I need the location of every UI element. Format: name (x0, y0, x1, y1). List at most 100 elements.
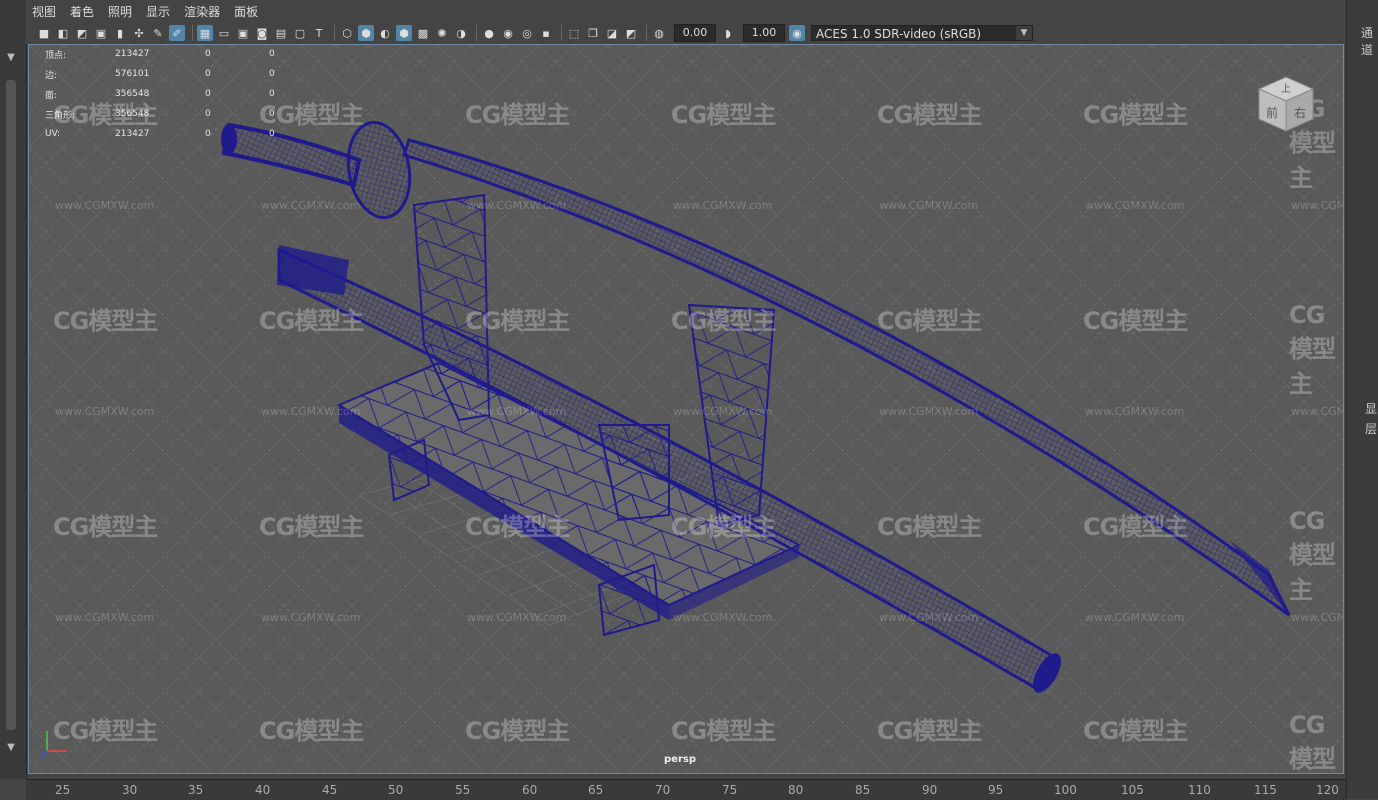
camera-select-icon[interactable]: ■ (36, 25, 52, 41)
film-gate-icon[interactable]: ▭ (216, 25, 232, 41)
shadows-icon[interactable]: ◑ (453, 25, 469, 41)
watermark-url: www.CGMXW.com (673, 199, 773, 212)
textured-icon[interactable]: ▩ (415, 25, 431, 41)
field-chart-icon[interactable]: ▤ (273, 25, 289, 41)
wireframe-icon[interactable]: ⬡ (339, 25, 355, 41)
watermark-logo: CG模型主 (671, 307, 776, 335)
separator (646, 25, 647, 41)
hud-value: 0 (205, 129, 211, 139)
watermark-logo: CG模型主 (1083, 513, 1188, 541)
gamma-icon[interactable]: ◗ (720, 25, 736, 41)
ruler-tick: 70 (655, 783, 671, 797)
watermark-url: www.CGMXW.com (467, 199, 567, 212)
chevron-down-icon[interactable]: ▼ (4, 742, 18, 754)
chevron-down-icon[interactable]: ▼ (4, 52, 18, 64)
ruler-tick: 110 (1188, 783, 1211, 797)
lights-icon[interactable]: ✺ (434, 25, 450, 41)
image-plane-icon[interactable]: ▣ (93, 25, 109, 41)
separator (561, 25, 562, 41)
wireframe-on-shaded-icon[interactable]: ⬢ (396, 25, 412, 41)
resolution-gate-icon[interactable]: ▣ (235, 25, 251, 41)
isolate-select-icon[interactable]: ⬚ (566, 25, 582, 41)
watermark-logo: CG模型主 (671, 513, 776, 541)
ruler-tick: 50 (388, 783, 404, 797)
menu-show[interactable]: 显示 (146, 3, 170, 20)
ruler-tick: 120 (1316, 783, 1339, 797)
hud-label: UV: (45, 129, 61, 139)
watermark-logo: CG模型主 (671, 101, 776, 129)
watermark-logo: CG模型主 (1289, 301, 1336, 398)
panel-menu-bar: 视图 着色 照明 显示 渲染器 面板 (26, 0, 1346, 22)
exposure-field[interactable]: 0.00 (674, 24, 716, 42)
camera-name-label: persp (664, 754, 696, 765)
watermark-url: www.CGMXW.com (261, 199, 361, 212)
ruler-tick: 35 (188, 783, 204, 797)
chevron-down-icon[interactable]: ▼ (1016, 26, 1032, 40)
viewcube-top-label: 上 (1281, 83, 1291, 95)
anti-aliasing-icon[interactable]: ◎ (519, 25, 535, 41)
layer-tab[interactable]: 层 (1365, 420, 1377, 437)
xray-joints-icon[interactable]: ◪ (604, 25, 620, 41)
left-scrollbar[interactable] (6, 80, 16, 730)
grid-icon[interactable]: ▦ (197, 25, 213, 41)
watermark-url: www.CGMXW.com (55, 405, 155, 418)
watermark-logo: CG模型主 (53, 101, 158, 129)
view-transform-label: ACES 1.0 SDR-video (sRGB) (816, 27, 982, 41)
ruler-tick: 115 (1254, 783, 1277, 797)
grease-pencil-icon[interactable]: ✎ (150, 25, 166, 41)
color-management-icon[interactable]: ◉ (789, 25, 805, 41)
ruler-tick: 90 (922, 783, 938, 797)
ruler-tick: 75 (722, 783, 738, 797)
watermark-url: www.CGMXW.com (1085, 405, 1185, 418)
ruler-tick: 25 (55, 783, 71, 797)
watermark-url: www.CGMXW.com (673, 611, 773, 624)
xray-icon[interactable]: ❐ (585, 25, 601, 41)
perspective-viewport[interactable]: 顶点: 213427 0 0 边: 576101 0 0 面: 356548 0… (28, 44, 1344, 774)
exposure-icon[interactable]: ◍ (651, 25, 667, 41)
watermark-logo: CG模型主 (877, 513, 982, 541)
menu-lighting[interactable]: 照明 (108, 3, 132, 20)
ruler-tick: 55 (455, 783, 471, 797)
pencil-icon[interactable]: ✐ (169, 25, 185, 41)
channel-box-tab[interactable]: 通道 (1361, 24, 1378, 58)
menu-renderer[interactable]: 渲染器 (184, 3, 220, 20)
axis-gizmo (40, 731, 67, 758)
separator (334, 25, 335, 41)
watermark-url: www.CGMXW.com (467, 611, 567, 624)
separator (476, 25, 477, 41)
watermark-logo: CG模型主 (1083, 307, 1188, 335)
watermark-logo: CG模型主 (259, 307, 364, 335)
pin-icon[interactable]: ▮ (112, 25, 128, 41)
bookmark-icon[interactable]: ◩ (74, 25, 90, 41)
depth-of-field-icon[interactable]: ▪ (538, 25, 554, 41)
watermark-logo: CG模型主 (1083, 101, 1188, 129)
watermark-url: www.CGMXW.com (879, 199, 979, 212)
view-transform-dropdown[interactable]: ACES 1.0 SDR-video (sRGB) ▼ (811, 25, 1033, 41)
safe-action-icon[interactable]: ▢ (292, 25, 308, 41)
hud-label: 顶点: (45, 50, 67, 61)
menu-shading[interactable]: 着色 (70, 3, 94, 20)
watermark-url: www.CGMXW.com (55, 611, 155, 624)
smooth-shade-icon[interactable]: ⬢ (358, 25, 374, 41)
watermark-logo: CG模型主 (259, 101, 364, 129)
watermark-logo: CG模型主 (259, 717, 364, 745)
gamma-field[interactable]: 1.00 (743, 24, 785, 42)
watermark-logo: CG模型主 (1083, 717, 1188, 745)
camera-attributes-icon[interactable]: ◧ (55, 25, 71, 41)
viewcube-front-label: 前 (1266, 105, 1278, 120)
two-d-pan-icon[interactable]: ✣ (131, 25, 147, 41)
watermark-logo: CG模型主 (53, 307, 158, 335)
view-cube[interactable]: 上 前 右 (1255, 73, 1317, 135)
safe-title-icon[interactable]: T (311, 25, 327, 41)
gate-mask-icon[interactable]: ◙ (254, 25, 270, 41)
watermark-url: www.CGMXW.com (467, 405, 567, 418)
watermark-logo: CG模型主 (259, 513, 364, 541)
time-slider-ruler[interactable]: 25 30 35 40 45 50 55 60 65 70 75 80 85 9… (26, 779, 1346, 800)
menu-panels[interactable]: 面板 (234, 3, 258, 20)
xray-components-icon[interactable]: ◩ (623, 25, 639, 41)
default-material-icon[interactable]: ◐ (377, 25, 393, 41)
menu-view[interactable]: 视图 (32, 3, 56, 20)
ambient-occlusion-icon[interactable]: ● (481, 25, 497, 41)
display-tab[interactable]: 显 (1365, 400, 1377, 417)
motion-blur-icon[interactable]: ◉ (500, 25, 516, 41)
